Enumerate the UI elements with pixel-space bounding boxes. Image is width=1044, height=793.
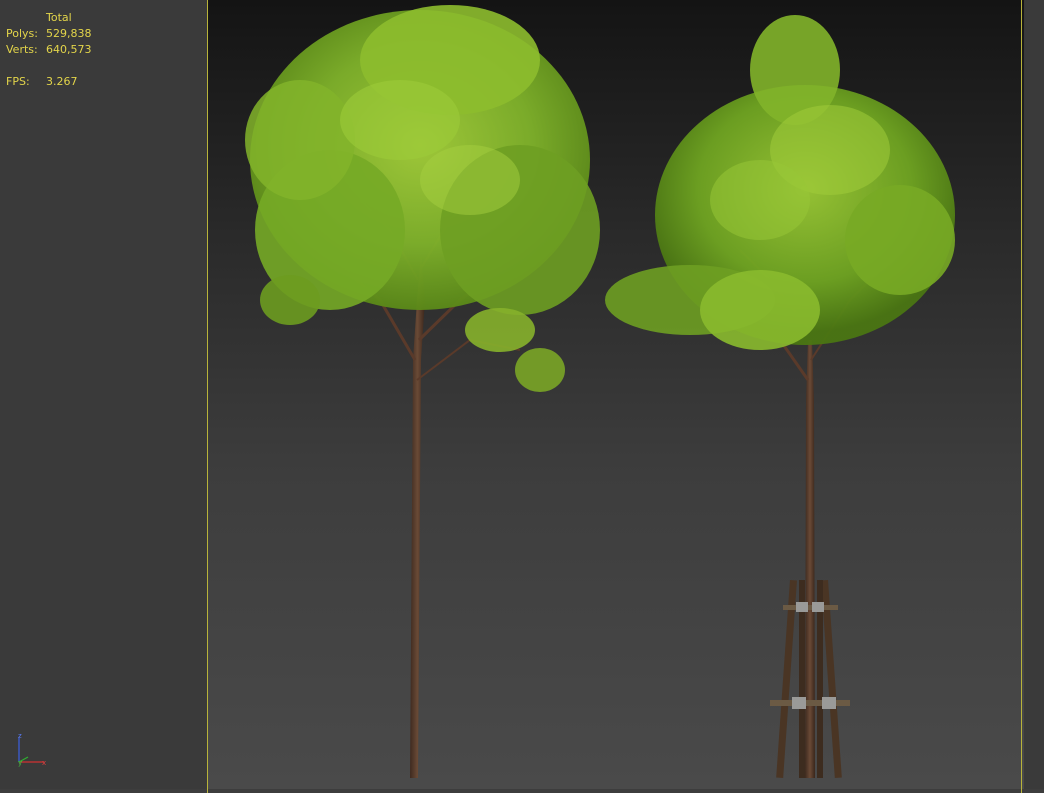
tree-2[interactable] xyxy=(605,15,955,779)
viewport-statistics: Total Polys: 529,838 Verts: 640,573 FPS:… xyxy=(6,10,92,90)
verts-value: 640,573 xyxy=(46,43,92,56)
tree-2-canopy xyxy=(605,15,955,350)
axis-x-label: x xyxy=(42,759,46,767)
stats-header: Total xyxy=(46,11,72,24)
axis-tripod-icon: z y x xyxy=(18,732,46,767)
fps-value: 3.267 xyxy=(46,75,78,88)
polys-label: Polys: xyxy=(6,27,38,40)
verts-label: Verts: xyxy=(6,43,38,56)
polys-value: 529,838 xyxy=(46,27,92,40)
axis-y-label: y xyxy=(18,759,22,767)
tree-1[interactable] xyxy=(245,5,600,778)
viewport[interactable]: Total Polys: 529,838 Verts: 640,573 FPS:… xyxy=(0,0,1044,793)
scene-canvas[interactable] xyxy=(0,0,1044,789)
fps-label: FPS: xyxy=(6,75,30,88)
axis-z-label: z xyxy=(18,732,22,740)
